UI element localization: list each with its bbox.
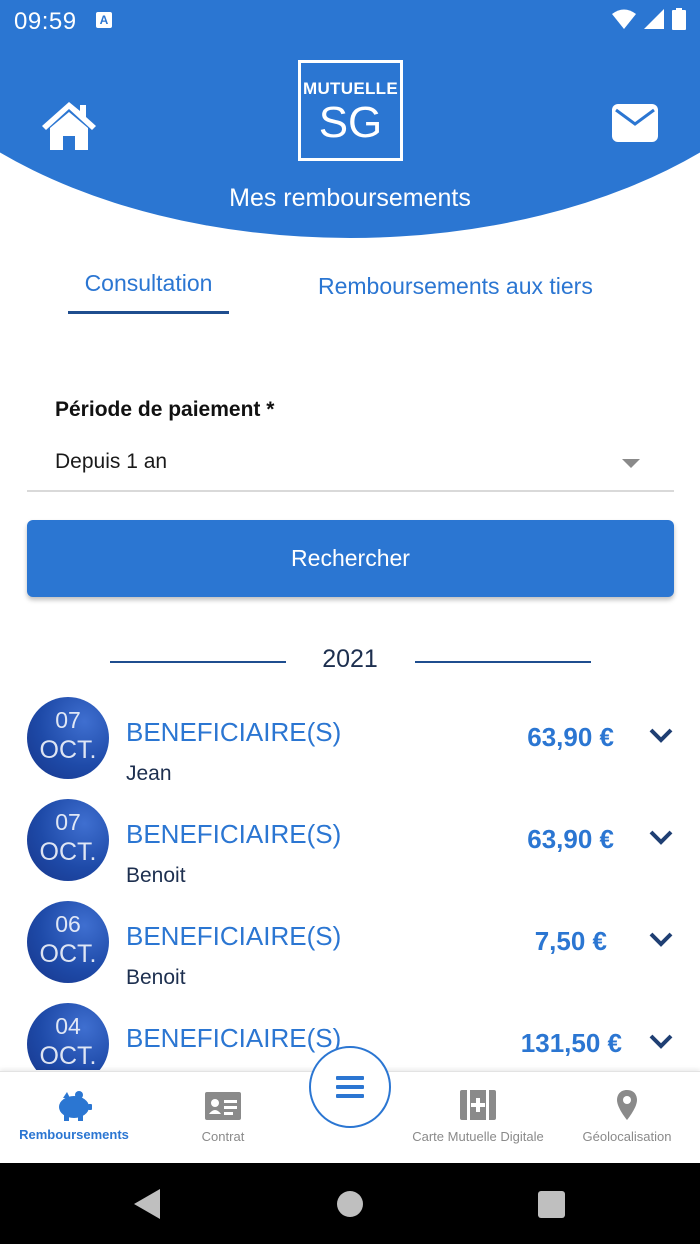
nav-label: Géolocalisation (582, 1129, 672, 1144)
back-icon[interactable] (134, 1189, 160, 1219)
year-divider-left (110, 661, 286, 663)
logo-top-text: MUTUELLE (303, 79, 398, 98)
date-badge: 07 OCT. (27, 697, 109, 779)
header: 09:59 A MUTUELLE SG Mes remboursements (0, 0, 700, 240)
wifi-icon (612, 9, 636, 29)
date-badge: 07 OCT. (27, 799, 109, 881)
location-pin-icon (617, 1090, 637, 1120)
list-item[interactable]: 07 OCT. BENEFICIAIRE(S) Jean 63,90 € (0, 690, 700, 792)
date-month: OCT. (39, 838, 97, 866)
date-day: 07 (55, 809, 81, 835)
chevron-down-icon[interactable] (648, 931, 674, 949)
year-heading: 2021 (322, 645, 378, 673)
beneficiary-label: BENEFICIAIRE(S) (126, 1023, 342, 1053)
date-month: OCT. (39, 736, 97, 764)
nav-geolocalisation[interactable]: Géolocalisation (554, 1072, 700, 1164)
nav-label: Contrat (201, 1129, 245, 1144)
beneficiary-name: Benoit (126, 966, 186, 989)
list-item[interactable]: 06 OCT. BENEFICIAIRE(S) Benoit 7,50 € (0, 894, 700, 996)
list-item[interactable]: 07 OCT. BENEFICIAIRE(S) Benoit 63,90 € (0, 792, 700, 894)
nav-carte-mutuelle-digitale[interactable]: Carte Mutuelle Digitale (402, 1072, 554, 1164)
battery-icon (672, 8, 686, 30)
android-navigation-bar (0, 1163, 700, 1244)
mail-icon (612, 104, 658, 142)
amount: 63,90 € (527, 824, 614, 854)
status-time: 09:59 (14, 8, 77, 35)
tab-remboursements-aux-tiers[interactable]: Remboursements aux tiers (318, 273, 593, 300)
amount: 131,50 € (520, 1028, 622, 1058)
status-icons (612, 8, 686, 30)
beneficiary-label: BENEFICIAIRE(S) (126, 717, 342, 747)
medical-card-icon (460, 1090, 496, 1120)
date-day: 06 (55, 911, 81, 937)
notification-icon: A (96, 12, 112, 28)
date-day: 07 (55, 707, 81, 733)
mail-button[interactable] (612, 104, 658, 142)
period-value: Depuis 1 an (55, 450, 168, 473)
date-day: 04 (55, 1013, 81, 1039)
date-month: OCT. (39, 940, 97, 968)
tab-consultation[interactable]: Consultation (68, 270, 229, 297)
mutuelle-sg-logo: MUTUELLE SG (298, 60, 403, 161)
amount: 63,90 € (527, 722, 614, 752)
search-button[interactable]: Rechercher (27, 520, 674, 597)
amount: 7,50 € (534, 926, 607, 956)
dropdown-arrow-icon (622, 459, 640, 468)
status-bar: 09:59 A (0, 0, 700, 44)
year-divider-right (415, 661, 591, 663)
reimbursement-list: 07 OCT. BENEFICIAIRE(S) Jean 63,90 € 07 … (0, 690, 700, 1070)
period-label: Période de paiement * (55, 398, 275, 421)
piggy-bank-icon (59, 1091, 92, 1121)
home-button[interactable] (40, 98, 98, 154)
chevron-down-icon[interactable] (648, 829, 674, 847)
date-badge: 04 OCT. (27, 1003, 109, 1070)
menu-button[interactable] (309, 1046, 391, 1128)
beneficiary-label: BENEFICIAIRE(S) (126, 921, 342, 951)
page-title: Mes remboursements (229, 184, 471, 212)
signal-icon (644, 9, 664, 29)
id-card-icon (205, 1092, 241, 1120)
nav-contrat[interactable]: Contrat (148, 1072, 298, 1164)
logo-bottom-text: SG (318, 98, 383, 147)
beneficiary-label: BENEFICIAIRE(S) (126, 819, 342, 849)
beneficiary-name: Jean (126, 762, 172, 785)
home-circle-icon[interactable] (337, 1191, 363, 1217)
chevron-down-icon[interactable] (648, 1033, 674, 1051)
recent-apps-icon[interactable] (538, 1191, 565, 1218)
period-select[interactable]: Depuis 1 an (27, 440, 674, 492)
nav-label: Remboursements (19, 1127, 129, 1142)
active-tab-indicator (68, 311, 229, 314)
nav-remboursements[interactable]: Remboursements (0, 1072, 148, 1164)
hamburger-menu-icon (336, 1076, 364, 1098)
date-badge: 06 OCT. (27, 901, 109, 983)
nav-label: Carte Mutuelle Digitale (412, 1129, 544, 1144)
beneficiary-name: Benoit (126, 864, 186, 887)
date-month: OCT. (39, 1042, 97, 1070)
home-icon (42, 102, 96, 150)
chevron-down-icon[interactable] (648, 727, 674, 745)
